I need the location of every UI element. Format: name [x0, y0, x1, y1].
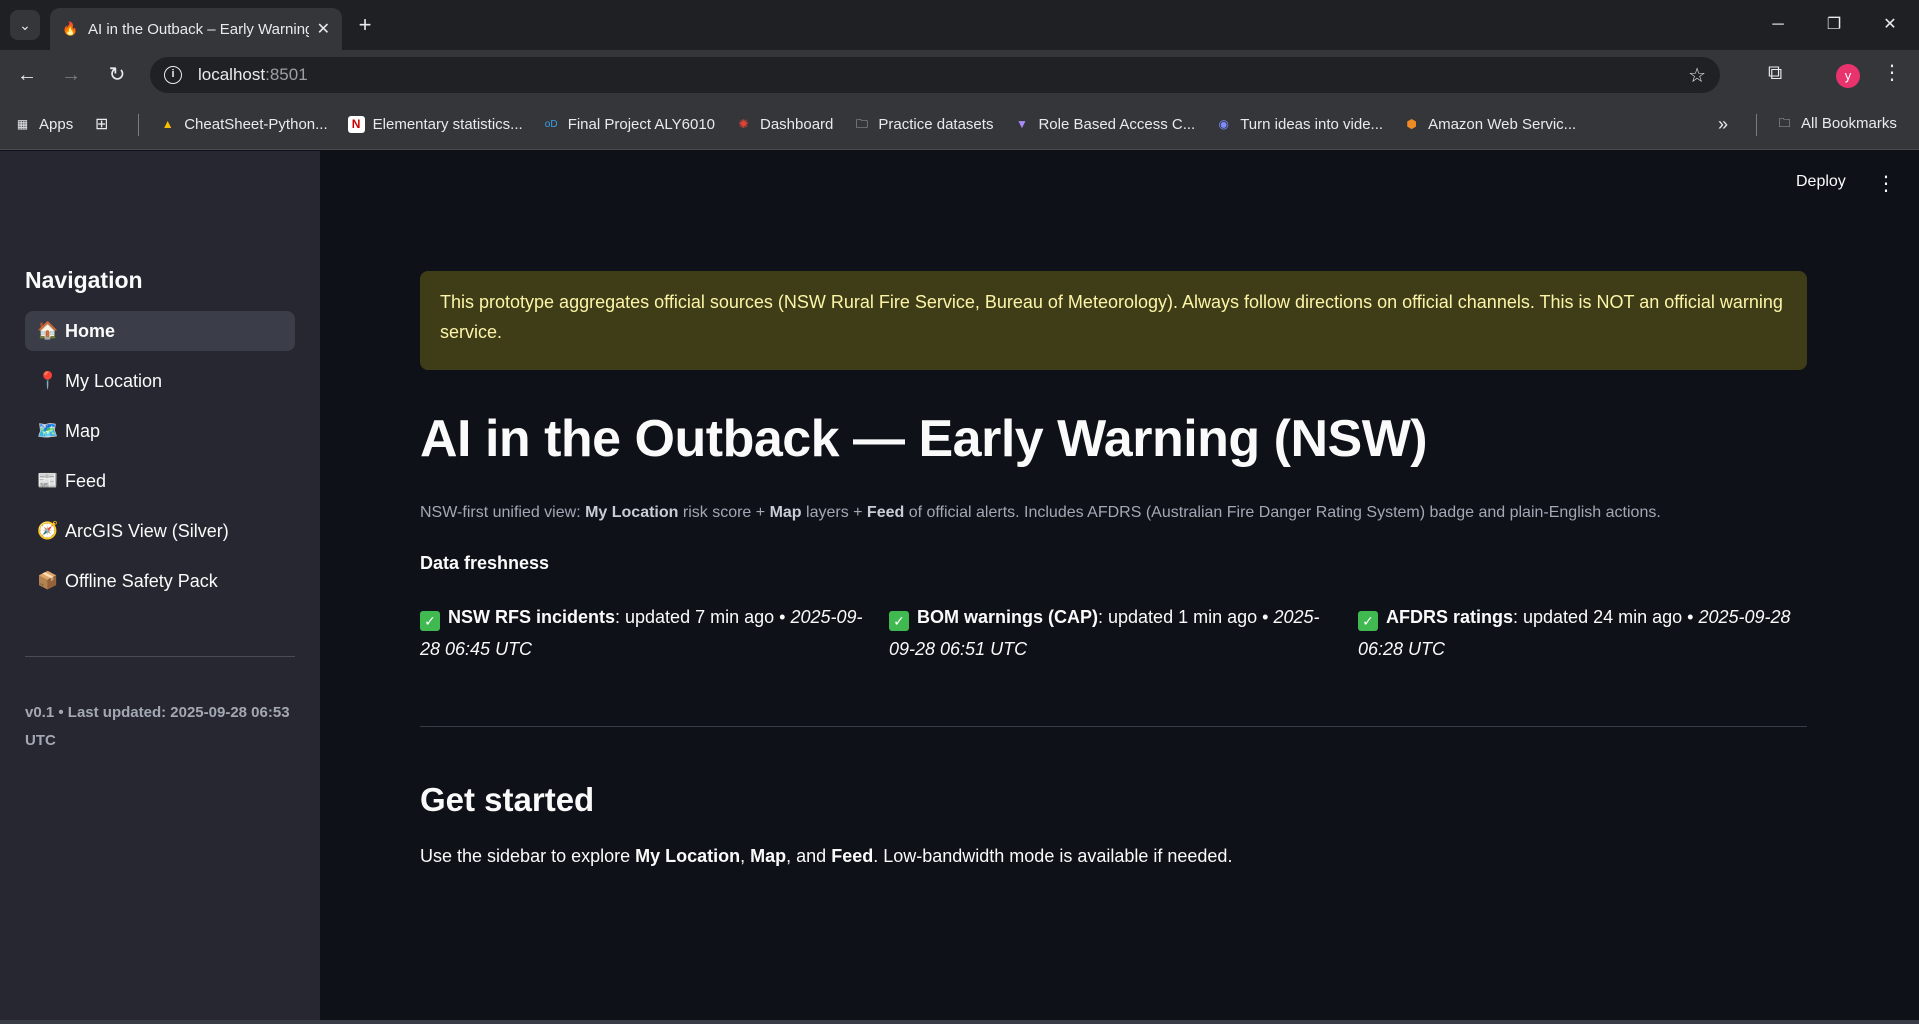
restore-icon[interactable]: ❐ — [1814, 10, 1854, 40]
more-bookmarks-icon[interactable]: » — [1718, 114, 1728, 135]
check-icon: ✓ — [420, 611, 440, 631]
bookmark-cheatsheet[interactable]: ▲ CheatSheet-Python... — [159, 116, 328, 133]
sidebar-item-feed[interactable]: 📰 Feed — [25, 461, 295, 501]
project-icon: oD — [544, 119, 558, 130]
tab-search-icon[interactable]: ⌄ — [10, 10, 40, 40]
bookmark-apps[interactable]: ▦ Apps — [14, 116, 73, 133]
fire-favicon-icon: 🔥 — [62, 21, 79, 36]
close-tab-icon[interactable]: ✕ — [317, 19, 330, 39]
sidebar-footer: v0.1 • Last updated: 2025-09-28 06:53 UT… — [25, 704, 290, 749]
sidebar-item-label: ArcGIS View (Silver) — [65, 520, 229, 541]
bookmark-turn-ideas[interactable]: ◉ Turn ideas into vide... — [1215, 116, 1383, 133]
sidebar-divider — [25, 656, 295, 657]
pin-icon: 📍 — [37, 371, 59, 390]
bookmark-separator — [138, 113, 140, 136]
sidebar-heading: Navigation — [25, 267, 143, 293]
bookmark-dashboard[interactable]: ✺ Dashboard — [735, 116, 833, 133]
sidebar-item-label: Map — [65, 420, 101, 441]
all-bookmarks-button[interactable]: 🗀 All Bookmarks — [1776, 115, 1896, 132]
warning-banner: This prototype aggregates official sourc… — [420, 271, 1807, 370]
section-divider — [420, 726, 1807, 727]
sidebar-item-label: Feed — [65, 470, 107, 491]
apps-grid-icon: ▦ — [16, 117, 29, 131]
get-started-heading: Get started — [420, 781, 595, 818]
freshness-item-afdrs: ✓ AFDRS ratings: updated 24 min ago • 202… — [1358, 607, 1791, 659]
aws-icon: ⬢ — [1406, 117, 1417, 131]
app-menu-icon[interactable]: ⋮ — [1876, 171, 1896, 196]
page-title: AI in the Outback — Early Warning (NSW) — [420, 410, 1428, 468]
dashboard-icon: ✺ — [738, 117, 749, 131]
sidebar: Navigation 🏠 Home 📍 My Location 🗺️ Map 📰… — [0, 151, 320, 1024]
data-freshness-heading: Data freshness — [420, 553, 550, 573]
video-icon: ◉ — [1218, 117, 1229, 131]
browser-toolbar: ← → ↻ i localhost:8501 ☆ ⧉ y ⋮ — [0, 50, 1919, 100]
main-content: Deploy ⋮ This prototype aggregates offic… — [320, 151, 1919, 1024]
sidebar-item-home[interactable]: 🏠 Home — [25, 311, 295, 351]
bookmark-final-project[interactable]: oD Final Project ALY6010 — [543, 116, 715, 133]
browser-menu-icon[interactable]: ⋮ — [1882, 60, 1902, 85]
bookmark-aws[interactable]: ⬢ Amazon Web Servic... — [1403, 116, 1576, 133]
vite-icon: ▼ — [1016, 117, 1028, 131]
browser-tab-bar: ⌄ 🔥 AI in the Outback – Early Warning ✕ … — [0, 0, 1919, 50]
home-icon: 🏠 — [37, 321, 59, 340]
bookmark-separator — [1756, 114, 1757, 136]
sidebar-nav: 🏠 Home 📍 My Location 🗺️ Map 📰 Feed 🧭 Arc… — [25, 311, 295, 611]
url-host: localhost — [198, 65, 266, 84]
compass-icon: 🧭 — [37, 521, 59, 540]
page-subtitle: NSW-first unified view: My Location risk… — [420, 504, 1661, 521]
sidebar-item-map[interactable]: 🗺️ Map — [25, 411, 295, 451]
get-started-text: Use the sidebar to explore My Location, … — [420, 846, 1233, 866]
bookmark-role-based-access[interactable]: ▼ Role Based Access C... — [1013, 116, 1195, 133]
grid-icon: ⊞ — [95, 116, 109, 133]
browser-tab[interactable]: 🔥 AI in the Outback – Early Warning ✕ — [50, 8, 342, 50]
back-icon[interactable]: ← — [12, 60, 42, 90]
profile-avatar[interactable]: y — [1836, 64, 1860, 88]
freshness-item-bom: ✓ BOM warnings (CAP): updated 1 min ago •… — [889, 607, 1320, 659]
bookmarks-bar: ▦ Apps ⊞ ▲ CheatSheet-Python... N Elemen… — [0, 100, 1919, 150]
newspaper-icon: 📰 — [37, 471, 59, 490]
folder-icon: 🗀 — [855, 117, 868, 131]
address-bar[interactable]: i localhost:8501 ☆ — [150, 57, 1720, 93]
sidebar-item-label: My Location — [65, 370, 163, 391]
reload-icon[interactable]: ↻ — [102, 60, 132, 90]
forward-icon[interactable]: → — [56, 60, 86, 90]
tab-title: AI in the Outback – Early Warning — [88, 20, 309, 38]
bookmark-star-icon[interactable]: ☆ — [1688, 63, 1706, 88]
deploy-button[interactable]: Deploy — [1796, 173, 1846, 191]
sidebar-item-label: Offline Safety Pack — [65, 570, 218, 591]
notion-icon: N — [347, 116, 365, 133]
sidebar-item-offline-safety-pack[interactable]: 📦 Offline Safety Pack — [25, 561, 295, 601]
folder-icon: 🗀 — [1778, 116, 1791, 130]
site-info-icon[interactable]: i — [164, 66, 182, 84]
package-icon: 📦 — [37, 571, 59, 590]
new-tab-icon[interactable]: + — [352, 12, 378, 38]
check-icon: ✓ — [889, 611, 909, 631]
sidebar-item-arcgis-view[interactable]: 🧭 ArcGIS View (Silver) — [25, 511, 295, 551]
close-window-icon[interactable]: ✕ — [1870, 10, 1910, 40]
sidebar-item-my-location[interactable]: 📍 My Location — [25, 361, 295, 401]
bottom-edge — [0, 1020, 1919, 1024]
check-icon: ✓ — [1358, 611, 1378, 631]
map-icon: 🗺️ — [37, 421, 59, 440]
freshness-item-rfs: ✓ NSW RFS incidents: updated 7 min ago • … — [420, 607, 863, 659]
sidebar-item-label: Home — [65, 320, 116, 341]
bookmark-practice-datasets[interactable]: 🗀 Practice datasets — [853, 116, 994, 133]
tab-groups-button[interactable]: ⊞ — [93, 116, 118, 133]
minimize-icon[interactable]: ─ — [1758, 10, 1798, 40]
url-port: :8501 — [265, 65, 308, 84]
drive-icon: ▲ — [161, 117, 174, 131]
extensions-icon[interactable]: ⧉ — [1768, 62, 1782, 85]
bookmark-elementary-statistics[interactable]: N Elementary statistics... — [347, 116, 523, 133]
